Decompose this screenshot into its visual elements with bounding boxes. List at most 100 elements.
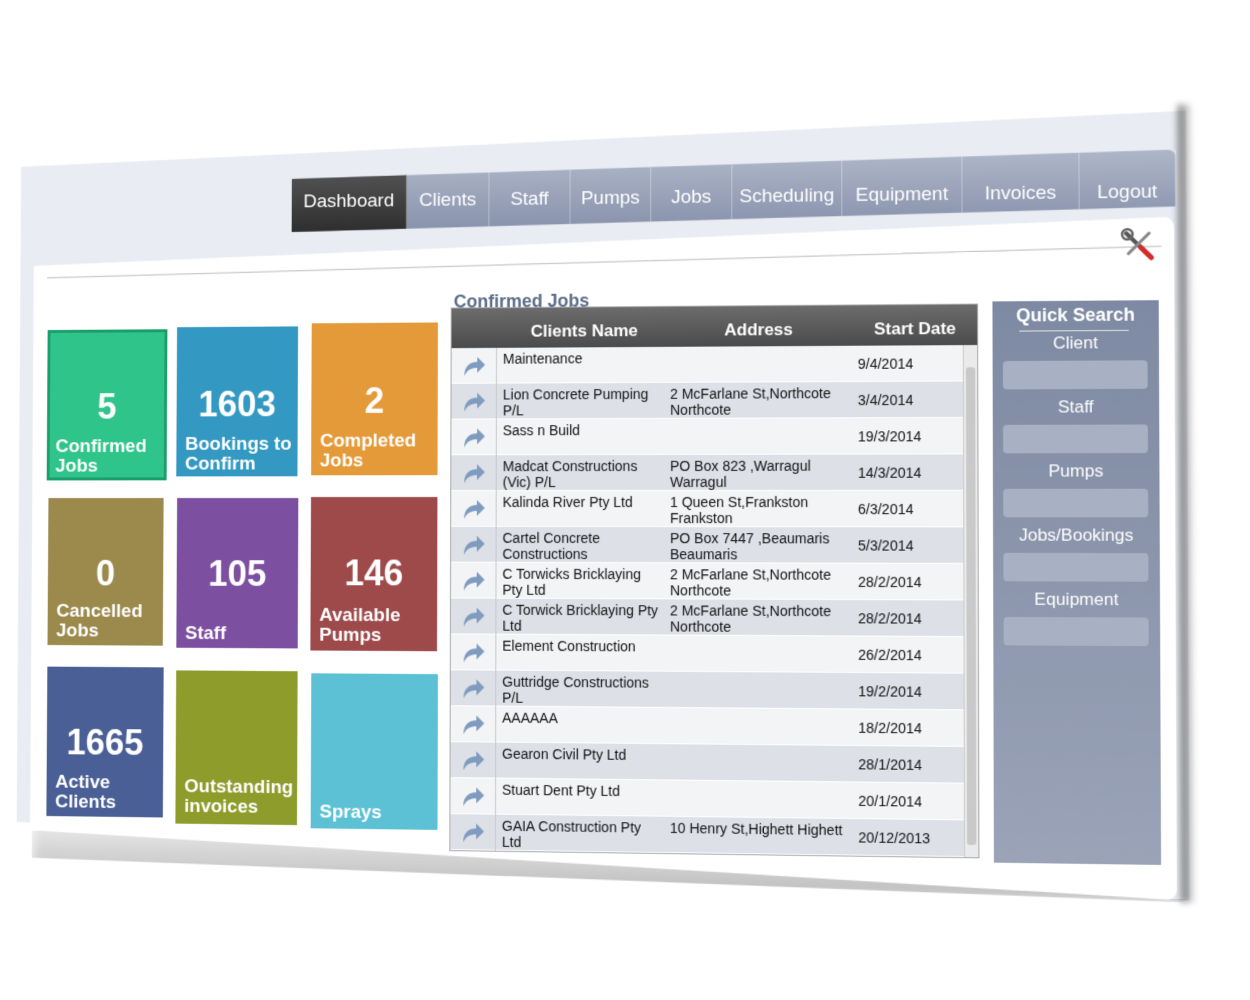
table-row[interactable]: Lion Concrete Pumping P/L 2 McFarlane St,…: [451, 381, 964, 419]
header-clients-name[interactable]: Clients Name: [531, 321, 638, 342]
quick-search-input-jobs-bookings[interactable]: [1003, 553, 1148, 582]
table-scrollbar[interactable]: [963, 345, 979, 858]
tile-label-line: Confirmed: [55, 437, 146, 457]
tools-icon[interactable]: [1120, 227, 1155, 262]
confirmed-jobs-table: Clients Name Address Start Date Maintena…: [449, 304, 979, 859]
tile-available-pumps[interactable]: 146 Available Pumps: [310, 497, 437, 651]
tile-label-line: Outstanding: [184, 777, 293, 798]
client-name: C Torwicks Bricklaying Pty Ltd: [502, 566, 660, 599]
forward-arrow-icon[interactable]: [450, 814, 496, 851]
tile-label-line: Jobs: [56, 622, 142, 642]
client-name: Sass n Build: [503, 422, 660, 438]
table-row[interactable]: Sass n Build 19/3/2014: [451, 418, 964, 455]
quick-search-input-equipment[interactable]: [1004, 617, 1149, 646]
tile-label: Cancelled Jobs: [56, 602, 142, 642]
tile-label-line: Completed: [320, 432, 416, 452]
tile-label-line: Bookings to: [185, 435, 291, 455]
tile-label-line: Cancelled: [56, 602, 142, 622]
forward-arrow-icon[interactable]: [451, 384, 496, 420]
table-row[interactable]: AAAAAA 18/2/2014: [451, 706, 965, 747]
tile-active-clients[interactable]: 1665 Active Clients: [46, 667, 163, 818]
quick-search-input-staff[interactable]: [1003, 424, 1148, 453]
tile-label-line: Available: [319, 606, 400, 626]
tile-label: Staff: [185, 624, 226, 644]
quick-search-divider: [1019, 330, 1128, 332]
table-body: Maintenance 9/4/2014 Lion Concrete Pumping…: [450, 345, 965, 857]
forward-arrow-icon[interactable]: [451, 670, 497, 706]
table-header: Clients Name Address Start Date: [452, 305, 978, 349]
quick-search-label-client: Client: [993, 333, 1159, 354]
start-date: 28/2/2014: [858, 610, 922, 627]
tile-label: Active Clients: [55, 773, 116, 813]
client-address: [670, 349, 852, 350]
client-name: Maintenance: [503, 350, 660, 367]
forward-arrow-icon[interactable]: [451, 563, 497, 599]
quick-search-label-jobs-bookings: Jobs/Bookings: [993, 525, 1160, 546]
forward-arrow-icon[interactable]: [451, 419, 496, 455]
client-name: Lion Concrete Pumping P/L: [503, 386, 660, 419]
forward-arrow-icon[interactable]: [450, 742, 496, 778]
start-date: 28/1/2014: [858, 756, 922, 773]
client-name: Madcat Constructions (Vic) P/L: [503, 458, 660, 490]
table-row[interactable]: Kalinda River Pty Ltd 1 Queen St,Franksto…: [451, 491, 964, 528]
tile-label-line: Sprays: [319, 803, 381, 824]
tile-staff[interactable]: 105 Staff: [176, 498, 298, 648]
start-date: 28/2/2014: [858, 574, 922, 590]
tile-completed-jobs[interactable]: 2 Completed Jobs: [311, 322, 438, 475]
table-row[interactable]: C Torwicks Bricklaying Pty Ltd 2 McFarlan…: [451, 563, 964, 601]
client-address: 2 McFarlane St,Northcote Northcote: [670, 602, 852, 635]
tile-count: 146: [311, 552, 438, 594]
client-address: PO Box 823 ,Warragul Warragul: [670, 458, 852, 490]
table-row[interactable]: Cartel Concrete Constructions PO Box 7447…: [451, 527, 964, 564]
tile-outstanding-invoices[interactable]: Outstanding invoices: [175, 670, 297, 825]
client-address: PO Box 7447 ,Beaumaris Beaumaris: [670, 530, 852, 563]
quick-search-title: Quick Search: [992, 304, 1158, 326]
scroll-thumb[interactable]: [966, 367, 976, 845]
forward-arrow-icon[interactable]: [451, 599, 497, 635]
table-row[interactable]: Element Construction 26/2/2014: [451, 634, 965, 673]
tile-bookings-to-confirm[interactable]: 1603 Bookings to Confirm: [176, 326, 298, 476]
tile-cancelled-jobs[interactable]: 0 Cancelled Jobs: [48, 498, 164, 646]
forward-arrow-icon[interactable]: [452, 348, 497, 384]
client-address: [670, 783, 852, 785]
tile-label-line: Confirm: [185, 455, 292, 475]
tile-count: [311, 729, 438, 730]
quick-search-panel: Quick Search Client Staff Pumps Jobs/Bookin…: [992, 300, 1161, 865]
table-row[interactable]: GAIA Construction Pty Ltd 10 Henry St,Hig…: [450, 814, 965, 857]
start-date: 20/1/2014: [858, 793, 922, 810]
tile-label: Bookings to Confirm: [185, 435, 292, 475]
header-start-date[interactable]: Start Date: [874, 319, 956, 340]
forward-arrow-icon[interactable]: [451, 455, 497, 491]
table-row[interactable]: Madcat Constructions (Vic) P/L PO Box 823…: [451, 454, 964, 491]
tile-count: 0: [48, 553, 163, 595]
forward-arrow-icon[interactable]: [451, 706, 497, 742]
tile-label-line: Pumps: [319, 626, 400, 646]
client-address: 2 McFarlane St,Northcote Northcote: [670, 385, 852, 418]
tile-sprays[interactable]: Sprays: [311, 673, 438, 830]
tile-label-line: Clients: [55, 792, 116, 812]
header-address[interactable]: Address: [724, 320, 793, 341]
table-row[interactable]: C Torwick Bricklaying Pty Ltd 2 McFarlane…: [451, 599, 965, 638]
forward-arrow-icon[interactable]: [451, 634, 497, 670]
table-row[interactable]: Gearon Civil Pty Ltd 28/1/2014: [450, 742, 964, 784]
forward-arrow-icon[interactable]: [451, 527, 497, 563]
quick-search-label-equipment: Equipment: [993, 589, 1160, 610]
start-date: 9/4/2014: [858, 355, 914, 371]
start-date: 5/3/2014: [858, 537, 914, 553]
table-row[interactable]: Guttridge Constructions P/L 19/2/2014: [451, 670, 965, 710]
tile-count: 1665: [47, 722, 164, 765]
stat-tiles: 5 Confirmed Jobs 1603 Bookings to Confirm 2 Com…: [18, 0, 1250, 14]
start-date: 19/2/2014: [858, 683, 922, 700]
forward-arrow-icon[interactable]: [450, 778, 496, 815]
tile-label-line: Staff: [185, 624, 226, 644]
start-date: 6/3/2014: [858, 501, 914, 517]
start-date: 14/3/2014: [858, 465, 922, 481]
quick-search-input-pumps[interactable]: [1003, 489, 1148, 518]
tile-count: 2: [311, 380, 437, 422]
tile-confirmed-jobs[interactable]: 5 Confirmed Jobs: [47, 329, 168, 480]
table-row[interactable]: Maintenance 9/4/2014: [452, 345, 964, 384]
quick-search-input-client[interactable]: [1003, 360, 1148, 389]
start-date: 3/4/2014: [858, 392, 914, 408]
forward-arrow-icon[interactable]: [451, 491, 497, 527]
tile-label-line: Jobs: [55, 457, 146, 477]
